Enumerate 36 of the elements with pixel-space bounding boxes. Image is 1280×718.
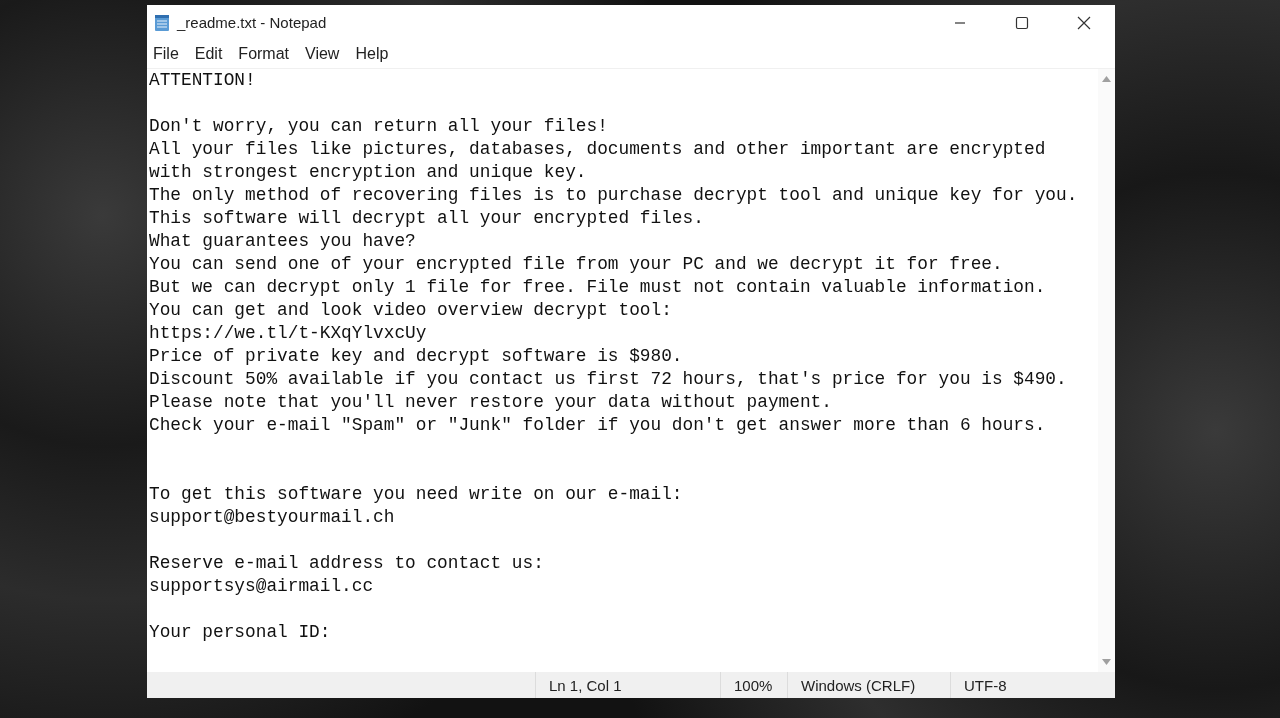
text-line: But we can decrypt only 1 file for free. File must not contain valuable information. [149, 276, 1047, 299]
scroll-up-icon[interactable] [1102, 76, 1111, 82]
notepad-icon [154, 13, 170, 32]
text-line: support@bestyourmail.ch [149, 506, 396, 529]
text-line: This software will decrypt all your encrypted files. [149, 207, 705, 230]
text-line: What guarantees you have? [149, 230, 417, 253]
text-line: supportsys@airmail.cc [149, 575, 375, 598]
text-line: You can get and look video overview decrypt tool: [149, 299, 673, 322]
scroll-down-icon[interactable] [1102, 659, 1111, 665]
maximize-icon [1015, 15, 1029, 30]
text-line: https://we.tl/t-KXqYlvxcUy [149, 322, 428, 345]
window-title: _readme.txt - Notepad [177, 14, 327, 31]
text-line: Discount 50% available if you contact us first 72 hours, that's price for you is $490. [149, 368, 1068, 391]
scrollbar[interactable] [1098, 69, 1115, 672]
text-line: Don't worry, you can return all your files! [149, 115, 609, 138]
text-line: To get this software you need write on our e-mail: [149, 483, 684, 506]
close-icon [1077, 15, 1091, 30]
text-line: All your files like pictures, databases, documents and other important are encrypted [149, 138, 1047, 161]
status-text: Ln 1, Col 1 [549, 676, 622, 694]
text-line: You can send one of your encrypted file from your PC and we decrypt it for free. [149, 253, 1004, 276]
text-line: The only method of recovering files is to purchase decrypt tool and unique key for you. [149, 184, 1079, 207]
menu-item[interactable]: View [305, 45, 348, 63]
status-text: UTF-8 [964, 676, 1007, 694]
text-line: Reserve e-mail address to contact us: [149, 552, 545, 575]
menu-item[interactable]: Help [355, 45, 397, 63]
menu-item[interactable]: Edit [194, 45, 231, 63]
text-line: Please note that you'll never restore your data without payment. [149, 391, 833, 414]
status-text: 100% [734, 676, 773, 694]
text-line: Your personal ID: [149, 621, 332, 644]
text-line: with strongest encryption and unique key. [149, 161, 588, 184]
menu-item[interactable]: File [153, 45, 187, 63]
text-line: ATTENTION! [149, 69, 257, 92]
status-text: Windows (CRLF) [801, 676, 916, 694]
text-line: Check your e-mail "Spam" or "Junk" folder if you don't get answer more than 6 hours. [149, 414, 1047, 437]
menu-item[interactable]: Format [238, 45, 298, 63]
text-line: Price of private key and decrypt software is $980. [149, 345, 684, 368]
